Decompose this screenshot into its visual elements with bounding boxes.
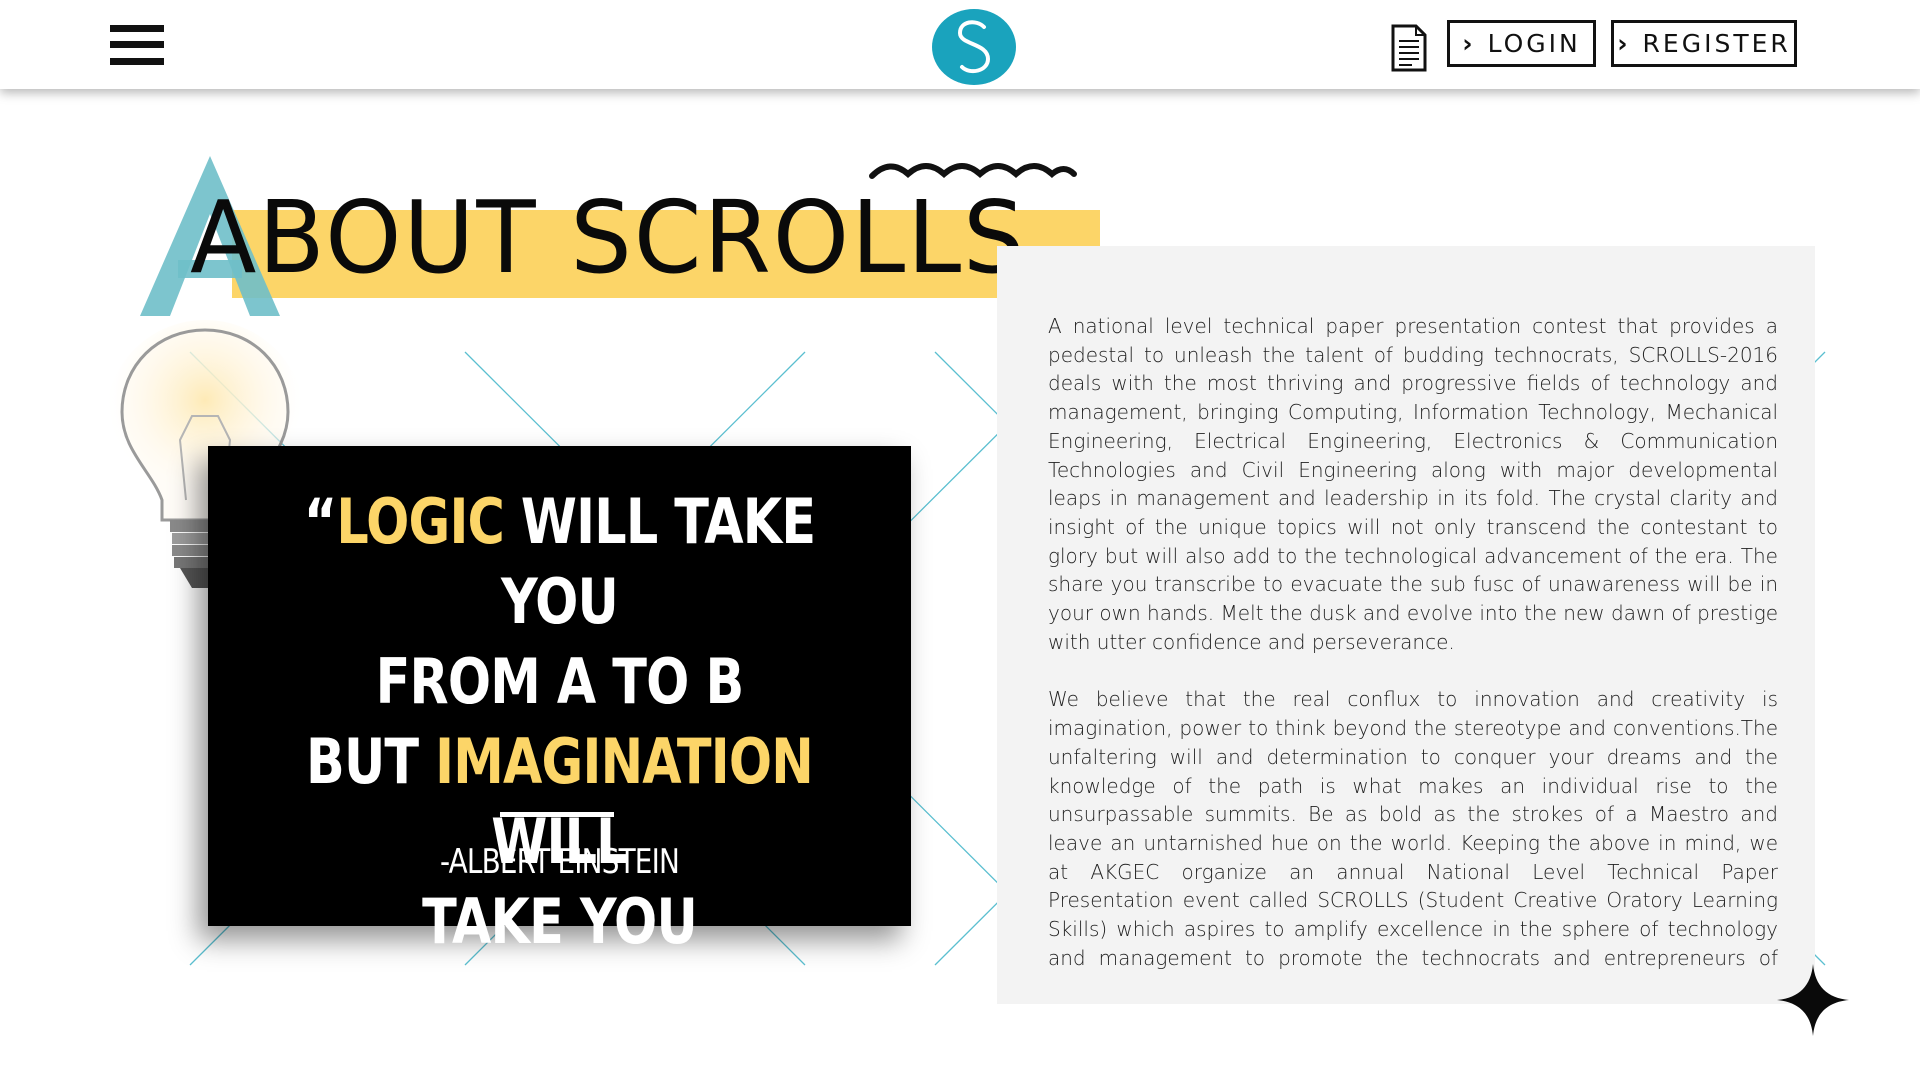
about-paragraph-2: We believe that the real conflux to inno… [1048,687,1778,970]
login-label: LOGIN [1487,29,1581,58]
section-title: ABOUT SCROLLS [140,150,1100,320]
quote-divider [500,812,614,817]
title-letter-a: A [190,179,259,296]
scrolls-logo-icon[interactable] [932,9,1016,85]
quote-part-1: WILL TAKE YOU [500,485,816,638]
title-rest: BOUT SCROLLS [258,179,1027,296]
quote-author: -ALBERT EINSTEIN [439,842,680,882]
quote-card: “LOGIC WILL TAKE YOU FROM A TO B BUT IMA… [208,446,911,1038]
quote-line-2: FROM A TO B [375,645,745,718]
chevron-right-icon: › [1462,29,1476,58]
plus-icon[interactable] [1775,962,1851,1038]
quote-highlight-logic: LOGIC [336,485,505,558]
quote-text: “LOGIC WILL TAKE YOU FROM A TO B BUT IMA… [271,482,847,1042]
login-button[interactable]: › LOGIN [1447,20,1596,67]
open-quote-mark: “ [303,485,337,558]
quote-highlight-imagination: IMAGINATION [435,725,814,798]
about-description: A national level technical paper present… [1048,312,1778,974]
quote-part-3a: BUT [306,725,436,798]
document-icon[interactable] [1390,24,1428,72]
close-quote-mark: ” [702,965,736,1038]
about-paragraph-1: A national level technical paper present… [1048,314,1778,654]
page-title: ABOUT SCROLLS [190,178,1027,298]
chevron-right-icon: › [1617,29,1631,58]
quote-line-4: TAKE YOU ANYWHERE [383,885,704,1038]
register-button[interactable]: › REGISTER [1611,20,1797,67]
register-label: REGISTER [1642,29,1791,58]
hamburger-menu-icon[interactable] [110,25,164,65]
top-navbar: › LOGIN › REGISTER [0,0,1920,89]
